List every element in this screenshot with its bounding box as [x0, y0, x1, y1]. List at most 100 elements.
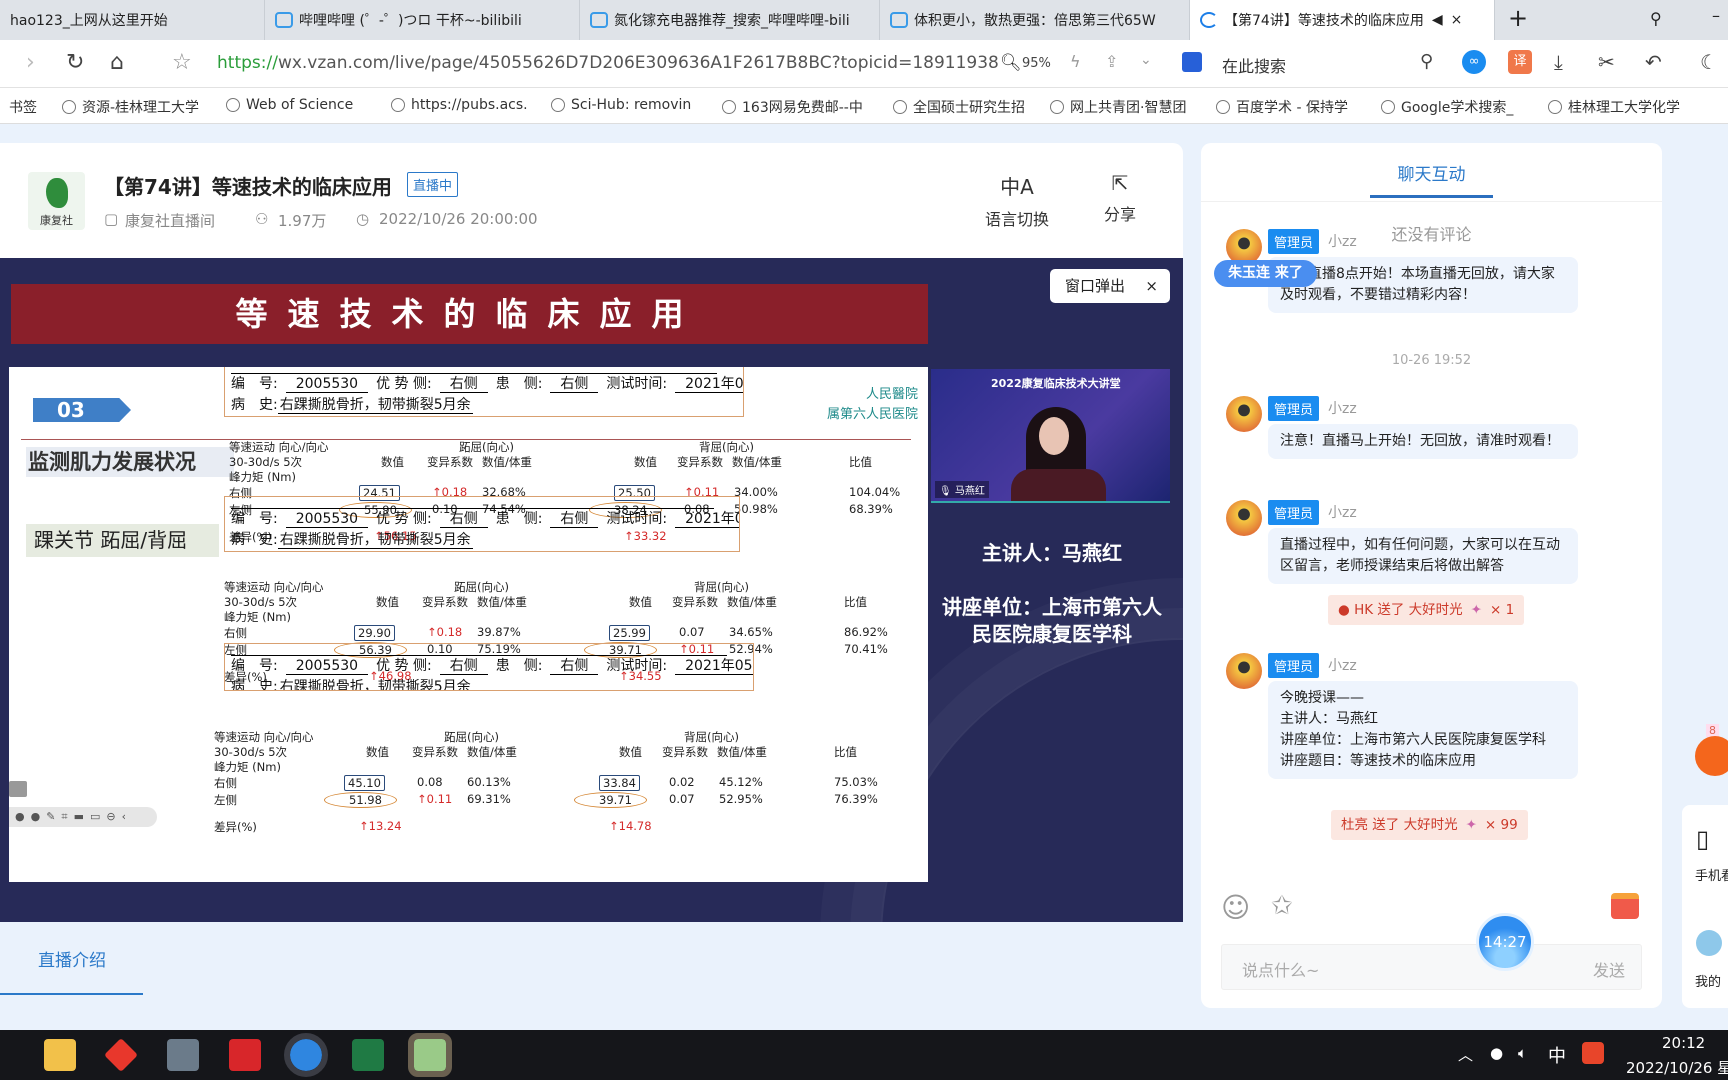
- countdown-timer[interactable]: 14:27: [1476, 913, 1534, 971]
- sender-name[interactable]: 小zz: [1328, 231, 1357, 251]
- emoji-icon[interactable]: ☺: [1221, 891, 1250, 924]
- info-value: 2005530: [285, 511, 369, 528]
- bookmarks-bar: 书签 资源-桂林理工大学 Web of Science https://pubs.ac…: [0, 88, 1728, 124]
- tab-live-intro[interactable]: 直播介绍: [38, 946, 106, 971]
- bookmark-item[interactable]: Google学术搜索_: [1381, 97, 1513, 117]
- bookmark-item[interactable]: Sci-Hub: removin: [551, 97, 691, 113]
- avatar[interactable]: [1226, 500, 1262, 536]
- clock-icon: ◷: [356, 210, 370, 228]
- speaker-camera: 2022康复临床技术大讲堂 🎙︎ 马燕红: [931, 369, 1170, 503]
- calculator-icon[interactable]: [167, 1039, 199, 1071]
- sogou-icon[interactable]: [1582, 1042, 1604, 1064]
- menu-icon[interactable]: [9, 781, 27, 797]
- flash-icon[interactable]: ϟ: [1070, 52, 1081, 71]
- bookmark-item[interactable]: 资源-桂林理工大学: [62, 97, 199, 117]
- screenshot-scissors-icon[interactable]: ✂: [1598, 50, 1615, 74]
- youdao-icon[interactable]: [229, 1039, 261, 1071]
- toolbar-icons[interactable]: ●●✎⌗▬▭⊖‹: [15, 810, 132, 823]
- sparkle-star-icon[interactable]: ✩: [1271, 891, 1293, 921]
- video-player[interactable]: 等速技术的临床应用 窗口弹出 × 2022康复临床技术大讲堂 🎙︎ 马燕红 主讲人…: [0, 258, 1183, 922]
- app-red-diamond-icon[interactable]: [104, 1038, 138, 1072]
- bookmark-label: Google学术搜索_: [1401, 100, 1514, 116]
- clock-time[interactable]: 20:12: [1662, 1034, 1705, 1052]
- ime-indicator[interactable]: 中: [1548, 1042, 1566, 1068]
- share-button[interactable]: ⇱ 分享: [1104, 171, 1136, 225]
- star-icon[interactable]: ☆: [172, 50, 192, 75]
- extensions-icon[interactable]: ⚲: [1650, 9, 1662, 28]
- bookmark-icon: [62, 100, 76, 114]
- bookmark-item[interactable]: Web of Science: [226, 97, 353, 113]
- tray-app-icon[interactable]: ●: [1490, 1044, 1503, 1062]
- bookmark-item[interactable]: 全国硕士研究生招: [893, 97, 1025, 117]
- clock-date[interactable]: 2022/10/26 星期: [1626, 1057, 1728, 1078]
- mine-label[interactable]: 我的: [1695, 971, 1721, 990]
- bookmark-item[interactable]: 百度学术 - 保持学: [1216, 97, 1348, 117]
- baidu-paw-icon[interactable]: [1182, 52, 1202, 72]
- bookmark-item[interactable]: 桂林理工大学化学: [1548, 97, 1680, 117]
- tab-chat[interactable]: 聊天互动: [1201, 160, 1662, 185]
- channel-name[interactable]: 康复社直播间: [125, 210, 215, 231]
- new-tab-button[interactable]: +: [1508, 4, 1528, 32]
- extension-icon[interactable]: ∞: [1462, 50, 1486, 74]
- bookmark-item[interactable]: https://pubs.acs.: [391, 97, 528, 113]
- browser-icon[interactable]: [284, 1033, 328, 1077]
- column-header: 变异系数: [422, 595, 468, 609]
- audio-icon[interactable]: ◀︎: [1432, 12, 1443, 28]
- browser-tab[interactable]: 哔哩哔哩 (゜-゜)つロ 干杯~-bilibili: [265, 0, 580, 40]
- divider: [1201, 201, 1662, 202]
- info-value: 2021年02月09日: [675, 376, 743, 393]
- zoom-icon[interactable]: 🔍︎: [1000, 53, 1022, 73]
- forward-icon[interactable]: ›: [26, 50, 35, 75]
- phone-icon[interactable]: ▯: [1696, 825, 1709, 853]
- file-explorer-icon[interactable]: [44, 1039, 76, 1071]
- browser-tab[interactable]: 体积更小，散热更强：倍思第三代65W: [880, 0, 1190, 40]
- close-icon[interactable]: ×: [1145, 269, 1158, 303]
- volume-icon[interactable]: 🔈︎: [1518, 1044, 1527, 1062]
- download-icon[interactable]: ⤓: [1554, 50, 1563, 74]
- avatar[interactable]: [1226, 396, 1262, 432]
- message-line: 今晚直播8点开始！本场直播无回放，请大家及时观看，不要错过精彩内容！: [1280, 266, 1555, 303]
- browser-tab[interactable]: hao123_上网从这里开始: [0, 0, 265, 40]
- bookmark-item[interactable]: 163网易免费邮--中: [722, 97, 863, 117]
- bookmark-item[interactable]: 书签: [9, 97, 37, 117]
- gift-icon[interactable]: [1611, 893, 1639, 919]
- browser-tab[interactable]: 【第74讲】等速技术的临床应用 ◀︎ ×: [1190, 0, 1495, 40]
- language-switch-button[interactable]: 中A 语言切换: [985, 171, 1049, 230]
- browser-tab[interactable]: 氮化镓充电器推荐_搜索_哔哩哔哩-bili: [580, 0, 880, 40]
- search-input[interactable]: 在此搜索: [1222, 53, 1286, 77]
- chat-input[interactable]: 说点什么~ 发送: [1221, 944, 1642, 990]
- sender-name[interactable]: 小zz: [1328, 655, 1357, 675]
- sender-name[interactable]: 小zz: [1328, 398, 1357, 418]
- like-heart-button[interactable]: [1695, 736, 1728, 776]
- undo-icon[interactable]: ↶: [1645, 50, 1662, 74]
- sender-name[interactable]: 小zz: [1328, 502, 1357, 522]
- avatar[interactable]: [1226, 653, 1262, 689]
- popout-window-button[interactable]: 窗口弹出 ×: [1050, 269, 1170, 303]
- excel-icon[interactable]: [352, 1039, 384, 1071]
- page-title: 【第74讲】等速技术的临床应用: [104, 175, 392, 199]
- night-mode-icon[interactable]: ☾: [1700, 50, 1718, 74]
- bookmark-icon: [722, 100, 736, 114]
- refresh-icon[interactable]: ↻: [66, 50, 84, 75]
- translate-icon[interactable]: 译: [1508, 50, 1532, 74]
- column-header: 比值: [834, 745, 857, 759]
- minimize-icon[interactable]: –: [1712, 6, 1720, 25]
- app-icon[interactable]: [408, 1033, 452, 1077]
- slide-toolbar[interactable]: ●●✎⌗▬▭⊖‹: [9, 807, 157, 827]
- watch-on-phone-label[interactable]: 手机看: [1695, 865, 1728, 884]
- home-icon[interactable]: ⌂: [110, 50, 124, 75]
- send-button[interactable]: 发送: [1593, 957, 1625, 981]
- dorsiflexion-cv: 0.02: [669, 775, 695, 789]
- url-input[interactable]: https://wx.vzan.com/live/page/45055626D7…: [217, 53, 999, 73]
- chevron-up-icon[interactable]: ︿: [1458, 1044, 1473, 1065]
- microphone-icon: 🎙︎: [939, 486, 955, 497]
- channel-logo[interactable]: 康复社: [28, 172, 85, 230]
- zoom-level[interactable]: 95%: [1022, 56, 1051, 71]
- close-tab-icon[interactable]: ×: [1451, 12, 1463, 28]
- search-icon[interactable]: ⚲: [1420, 51, 1433, 72]
- live-status-badge: 直播中: [407, 172, 459, 197]
- user-avatar[interactable]: [1696, 930, 1722, 956]
- share-page-icon[interactable]: ⇪: [1105, 52, 1118, 71]
- bookmark-item[interactable]: 网上共青团·智慧团: [1050, 97, 1186, 117]
- chevron-down-icon[interactable]: ⌄: [1140, 52, 1152, 68]
